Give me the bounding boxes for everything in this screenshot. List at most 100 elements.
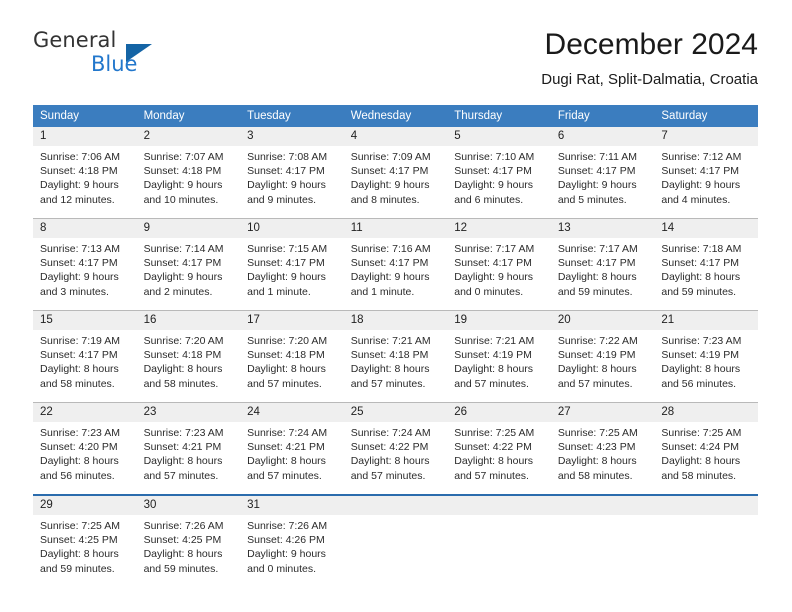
day-cell[interactable]: Sunrise: 7:26 AM Sunset: 4:25 PM Daylight:… bbox=[136, 515, 241, 587]
day-info-line: Daylight: 9 hours bbox=[557, 179, 637, 192]
day-cell[interactable]: Sunrise: 7:08 AM Sunset: 4:17 PM Daylight:… bbox=[240, 146, 344, 219]
day-number[interactable]: 18 bbox=[343, 310, 448, 330]
day-cell[interactable]: Sunrise: 7:23 AM Sunset: 4:19 PM Daylight:… bbox=[654, 330, 758, 403]
day-cell[interactable]: Sunrise: 7:09 AM Sunset: 4:17 PM Daylight:… bbox=[343, 146, 448, 219]
weekday-header-wednesday: Wednesday bbox=[343, 105, 448, 127]
day-info-line: Daylight: 8 hours bbox=[40, 455, 119, 468]
day-info-line: and 5 minutes. bbox=[557, 193, 627, 206]
day-cell[interactable]: Sunrise: 7:16 AM Sunset: 4:17 PM Daylight:… bbox=[343, 238, 448, 311]
day-info-line: Sunset: 4:17 PM bbox=[661, 165, 740, 178]
day-number[interactable]: 15 bbox=[33, 310, 137, 330]
logo-text-blue: Blue bbox=[91, 52, 138, 76]
day-cell[interactable]: Sunrise: 7:25 AM Sunset: 4:22 PM Daylight:… bbox=[447, 422, 551, 495]
calendar-week-daynumbers: 15 16 17 18 19 20 21 bbox=[33, 310, 758, 330]
day-number[interactable]: 8 bbox=[33, 218, 137, 238]
day-info-line: and 57 minutes. bbox=[454, 377, 529, 390]
day-info-line: Sunrise: 7:17 AM bbox=[454, 243, 535, 255]
day-cell[interactable]: Sunrise: 7:22 AM Sunset: 4:19 PM Daylight:… bbox=[550, 330, 655, 403]
day-info-line: and 0 minutes. bbox=[247, 562, 317, 575]
day-number[interactable]: 1 bbox=[33, 127, 137, 146]
day-cell[interactable]: Sunrise: 7:07 AM Sunset: 4:18 PM Daylight:… bbox=[136, 146, 241, 219]
day-info-line: Sunset: 4:17 PM bbox=[557, 165, 636, 178]
calendar-page: General Blue December 2024 Dugi Rat, Spl… bbox=[0, 0, 792, 612]
day-number[interactable]: 30 bbox=[136, 494, 241, 515]
page-title: December 2024 bbox=[544, 28, 758, 61]
day-cell[interactable]: Sunrise: 7:25 AM Sunset: 4:24 PM Daylight:… bbox=[654, 422, 758, 495]
day-info-line: Sunset: 4:26 PM bbox=[247, 534, 325, 547]
day-number[interactable]: 7 bbox=[654, 127, 758, 146]
calendar-header-row: Sunday Monday Tuesday Wednesday Thursday… bbox=[33, 105, 758, 127]
day-info-line: Sunrise: 7:19 AM bbox=[40, 335, 120, 347]
day-cell[interactable]: Sunrise: 7:23 AM Sunset: 4:21 PM Daylight:… bbox=[136, 422, 241, 495]
day-cell[interactable]: Sunrise: 7:18 AM Sunset: 4:17 PM Daylight:… bbox=[654, 238, 758, 311]
day-cell[interactable]: Sunrise: 7:10 AM Sunset: 4:17 PM Daylight:… bbox=[447, 146, 551, 219]
day-number[interactable]: 2 bbox=[136, 127, 241, 146]
day-number[interactable]: 3 bbox=[240, 127, 344, 146]
day-info-line: and 58 minutes. bbox=[661, 469, 737, 482]
day-number[interactable]: 21 bbox=[654, 310, 758, 330]
day-cell[interactable]: Sunrise: 7:13 AM Sunset: 4:17 PM Daylight:… bbox=[33, 238, 137, 311]
day-info-line: Sunrise: 7:09 AM bbox=[350, 151, 431, 163]
day-number[interactable]: 31 bbox=[240, 494, 344, 515]
day-number[interactable]: 27 bbox=[550, 402, 655, 422]
day-info-line: Daylight: 9 hours bbox=[247, 179, 326, 192]
day-number[interactable]: 24 bbox=[240, 402, 344, 422]
day-info-line: Daylight: 8 hours bbox=[40, 363, 119, 376]
day-info-line: Daylight: 8 hours bbox=[454, 455, 534, 468]
day-number[interactable]: 4 bbox=[343, 127, 448, 146]
day-cell[interactable]: Sunrise: 7:20 AM Sunset: 4:18 PM Daylight:… bbox=[136, 330, 241, 403]
calendar-week-details: Sunrise: 7:06 AM Sunset: 4:18 PM Daylight:… bbox=[33, 146, 758, 219]
day-cell[interactable]: Sunrise: 7:23 AM Sunset: 4:20 PM Daylight:… bbox=[33, 422, 137, 495]
day-number[interactable]: 29 bbox=[33, 494, 137, 515]
day-number[interactable]: 17 bbox=[240, 310, 344, 330]
day-cell[interactable]: Sunrise: 7:17 AM Sunset: 4:17 PM Daylight:… bbox=[447, 238, 551, 311]
day-info-line: and 57 minutes. bbox=[350, 469, 426, 482]
day-number[interactable]: 23 bbox=[136, 402, 241, 422]
day-cell[interactable]: Sunrise: 7:14 AM Sunset: 4:17 PM Daylight:… bbox=[136, 238, 241, 311]
weekday-header-thursday: Thursday bbox=[447, 105, 551, 127]
day-number[interactable]: 16 bbox=[136, 310, 241, 330]
day-number[interactable]: 13 bbox=[550, 218, 655, 238]
day-cell[interactable]: Sunrise: 7:25 AM Sunset: 4:25 PM Daylight:… bbox=[33, 515, 137, 587]
day-number[interactable]: 5 bbox=[447, 127, 551, 146]
weekday-header-tuesday: Tuesday bbox=[240, 105, 344, 127]
day-info-line: Daylight: 9 hours bbox=[143, 271, 223, 284]
day-cell[interactable]: Sunrise: 7:24 AM Sunset: 4:22 PM Daylight:… bbox=[343, 422, 448, 495]
day-number[interactable]: 22 bbox=[33, 402, 137, 422]
weekday-header-friday: Friday bbox=[550, 105, 655, 127]
day-number[interactable]: 25 bbox=[343, 402, 448, 422]
day-number[interactable]: 11 bbox=[343, 218, 448, 238]
day-info-line: Daylight: 8 hours bbox=[557, 271, 637, 284]
day-cell[interactable]: Sunrise: 7:21 AM Sunset: 4:18 PM Daylight:… bbox=[343, 330, 448, 403]
day-cell[interactable]: Sunrise: 7:06 AM Sunset: 4:18 PM Daylight:… bbox=[33, 146, 137, 219]
day-number[interactable]: 20 bbox=[550, 310, 655, 330]
day-number[interactable]: 19 bbox=[447, 310, 551, 330]
day-cell[interactable]: Sunrise: 7:25 AM Sunset: 4:23 PM Daylight:… bbox=[550, 422, 655, 495]
day-info-line: Sunrise: 7:06 AM bbox=[40, 151, 120, 163]
calendar-week-details: Sunrise: 7:19 AM Sunset: 4:17 PM Daylight:… bbox=[33, 330, 758, 403]
day-cell[interactable]: Sunrise: 7:21 AM Sunset: 4:19 PM Daylight:… bbox=[447, 330, 551, 403]
day-info-line: Sunrise: 7:15 AM bbox=[247, 243, 328, 255]
day-cell[interactable]: Sunrise: 7:20 AM Sunset: 4:18 PM Daylight:… bbox=[240, 330, 344, 403]
day-number[interactable]: 26 bbox=[447, 402, 551, 422]
day-info-line: Sunset: 4:25 PM bbox=[143, 534, 222, 547]
day-number[interactable]: 10 bbox=[240, 218, 344, 238]
day-cell[interactable]: Sunrise: 7:11 AM Sunset: 4:17 PM Daylight:… bbox=[550, 146, 655, 219]
day-info-line: Sunrise: 7:14 AM bbox=[143, 243, 224, 255]
day-cell[interactable]: Sunrise: 7:24 AM Sunset: 4:21 PM Daylight:… bbox=[240, 422, 344, 495]
day-number[interactable]: 6 bbox=[550, 127, 655, 146]
day-cell[interactable]: Sunrise: 7:17 AM Sunset: 4:17 PM Daylight:… bbox=[550, 238, 655, 311]
day-cell[interactable]: Sunrise: 7:26 AM Sunset: 4:26 PM Daylight:… bbox=[240, 515, 344, 587]
day-number[interactable]: 12 bbox=[447, 218, 551, 238]
page-header: General Blue December 2024 Dugi Rat, Spl… bbox=[33, 28, 758, 98]
day-cell[interactable]: Sunrise: 7:19 AM Sunset: 4:17 PM Daylight:… bbox=[33, 330, 137, 403]
day-number[interactable]: 14 bbox=[654, 218, 758, 238]
day-number[interactable]: 9 bbox=[136, 218, 241, 238]
generalblue-logo[interactable]: General Blue bbox=[33, 28, 233, 84]
day-info-line: and 59 minutes. bbox=[661, 285, 737, 298]
day-number[interactable]: 28 bbox=[654, 402, 758, 422]
day-cell[interactable]: Sunrise: 7:15 AM Sunset: 4:17 PM Daylight:… bbox=[240, 238, 344, 311]
day-info-line: Sunset: 4:20 PM bbox=[40, 441, 118, 454]
day-cell[interactable]: Sunrise: 7:12 AM Sunset: 4:17 PM Daylight:… bbox=[654, 146, 758, 219]
day-info-line: and 57 minutes. bbox=[454, 469, 529, 482]
